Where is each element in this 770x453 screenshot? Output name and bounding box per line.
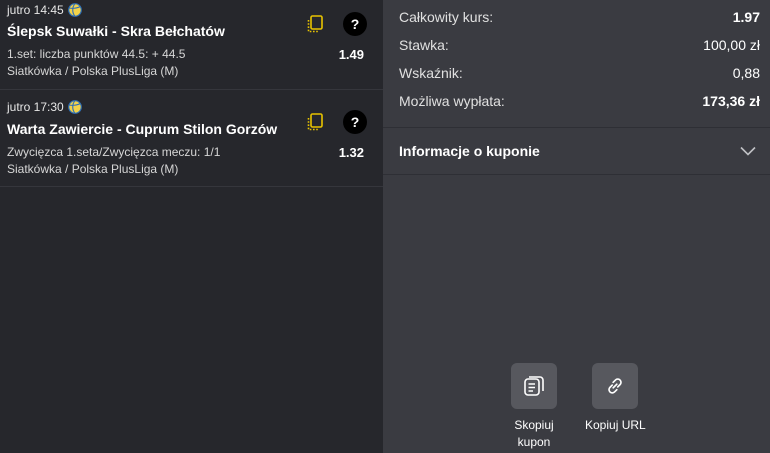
copy-icon[interactable] (305, 112, 325, 132)
copy-coupon-label-line2: kupon (517, 435, 551, 449)
chevron-down-icon (740, 146, 756, 156)
copy-coupon-label: Skopiuj kupon (514, 417, 553, 451)
coupon-info-toggle[interactable]: Informacje o kuponie (383, 128, 770, 175)
stake-row: Stawka: 100,00 zł (399, 37, 760, 53)
coupon-view: jutro 14:45 Ślepsk Suwałki - Skra Bełcha… (0, 0, 770, 453)
copy-url-label: Kopiuj URL (585, 418, 646, 432)
copy-coupon-button[interactable] (511, 363, 557, 409)
bet-market: 1.set: liczba punktów 44.5: + 44.5 (7, 47, 186, 61)
bet-item: jutro 17:30 Warta Zawiercie - Cuprum Sti… (0, 90, 383, 187)
coupon-summary-panel: Całkowity kurs: 1.97 Stawka: 100,00 zł W… (383, 0, 770, 453)
copy-url-button[interactable] (592, 363, 639, 409)
bet-time: jutro 14:45 (7, 3, 64, 17)
bet-odds: 1.49 (338, 47, 364, 62)
question-icon[interactable]: ? (343, 110, 367, 134)
stake-value: 100,00 zł (703, 37, 760, 53)
bet-time-row: jutro 14:45 (7, 3, 82, 17)
league-label: Siatkówka / Polska PlusLiga (M) (7, 64, 179, 78)
total-odds-row: Całkowity kurs: 1.97 (399, 9, 760, 25)
bet-time: jutro 17:30 (7, 100, 64, 114)
bet-market: Zwycięzca 1.seta/Zwycięzca meczu: 1/1 (7, 145, 221, 159)
coupon-icon (524, 376, 544, 396)
copy-coupon-label-line1: Skopiuj (514, 418, 554, 432)
bet-time-row: jutro 17:30 (7, 100, 82, 114)
ratio-label: Wskaźnik: (399, 65, 463, 81)
bet-list: jutro 14:45 Ślepsk Suwałki - Skra Bełcha… (0, 0, 383, 453)
ratio-value: 0,88 (732, 65, 760, 81)
league-label: Siatkówka / Polska PlusLiga (M) (7, 162, 179, 176)
link-icon (608, 378, 623, 394)
payout-label: Możliwa wypłata: (399, 93, 505, 109)
coupon-summary: Całkowity kurs: 1.97 Stawka: 100,00 zł W… (383, 0, 770, 128)
match-title[interactable]: Ślepsk Suwałki - Skra Bełchatów (7, 23, 225, 39)
payout-row: Możliwa wypłata: 173,36 zł (399, 93, 760, 109)
copy-icon[interactable] (305, 14, 325, 34)
ratio-row: Wskaźnik: 0,88 (399, 65, 760, 81)
copy-url-action: Kopiuj URL (585, 363, 646, 434)
payout-value: 173,36 zł (702, 93, 760, 109)
volleyball-icon (67, 100, 82, 114)
coupon-info-label: Informacje o kuponie (399, 143, 540, 159)
bet-item: jutro 14:45 Ślepsk Suwałki - Skra Bełcha… (0, 0, 383, 90)
total-odds-label: Całkowity kurs: (399, 9, 494, 25)
volleyball-icon (67, 3, 82, 17)
coupon-actions: Skopiuj kupon Kopiuj URL (383, 363, 770, 453)
copy-coupon-action: Skopiuj kupon (511, 363, 557, 451)
total-odds-value: 1.97 (732, 9, 760, 25)
question-icon[interactable]: ? (343, 12, 367, 36)
stake-label: Stawka: (399, 37, 449, 53)
match-title[interactable]: Warta Zawiercie - Cuprum Stilon Gorzów (7, 121, 277, 137)
bet-odds: 1.32 (338, 145, 364, 160)
